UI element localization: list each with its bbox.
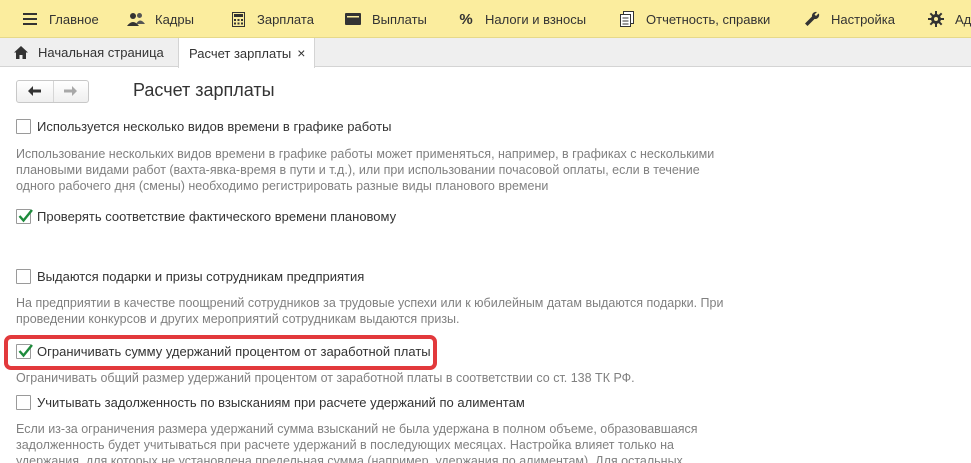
menu-item-label: Кадры xyxy=(155,11,194,27)
wrench-icon xyxy=(802,9,822,29)
tab-payroll[interactable]: Расчет зарплаты × xyxy=(178,38,316,68)
hint-line: одного рабочего дня (смены) необходимо р… xyxy=(16,179,549,193)
forward-button[interactable] xyxy=(52,81,89,102)
checkbox[interactable] xyxy=(16,344,33,359)
arrow-left-icon xyxy=(28,84,42,99)
checkbox[interactable] xyxy=(16,119,31,134)
menu-item-label: Зарплата xyxy=(257,11,314,27)
hamburger-icon xyxy=(20,9,40,29)
menu-item-salary[interactable]: Зарплата xyxy=(228,0,314,38)
checkbox-label: Ограничивать сумму удержаний процентом о… xyxy=(37,344,431,359)
hint-line: Если из-за ограничения размера удержаний… xyxy=(16,422,698,436)
menu-item-label: Ад xyxy=(955,11,971,27)
hint-gifts: На предприятии в качестве поощрений сотр… xyxy=(16,295,723,327)
hint-line: На предприятии в качестве поощрений сотр… xyxy=(16,296,724,310)
menu-item-admin[interactable]: Ад xyxy=(926,0,971,38)
page-title: Расчет зарплаты xyxy=(133,80,275,100)
checkbox-label: Выдаются подарки и призы сотрудникам пре… xyxy=(37,269,365,284)
menu-item-main[interactable]: Главное xyxy=(20,0,99,38)
hint-line: плановыми видами работ (вахта-явка-время… xyxy=(16,163,700,177)
hint-line: удержания, для которых не установлена пр… xyxy=(16,454,683,463)
close-icon[interactable]: × xyxy=(297,46,305,60)
hint-limit-deductions: Ограничивать общий размер удержаний проц… xyxy=(16,370,635,386)
check-icon xyxy=(18,209,33,223)
setting-multi-time[interactable]: Используется несколько видов времени в г… xyxy=(16,119,391,134)
menu-item-label: Выплаты xyxy=(372,11,427,27)
back-button[interactable] xyxy=(17,81,53,102)
tab-home[interactable]: Начальная страница xyxy=(8,38,174,67)
checkbox-label: Проверять соответствие фактического врем… xyxy=(37,209,397,224)
menu-item-settings[interactable]: Настройка xyxy=(802,0,895,38)
people-icon xyxy=(126,9,146,29)
checkbox[interactable] xyxy=(16,395,31,410)
menu-item-label: Настройка xyxy=(831,11,895,27)
menu-item-label: Главное xyxy=(49,11,99,27)
tab-label: Начальная страница xyxy=(38,45,164,60)
tab-bar: Начальная страница Расчет зарплаты × xyxy=(0,38,971,68)
percent-icon: % xyxy=(459,10,473,28)
menu-item-label: Налоги и взносы xyxy=(485,11,587,27)
setting-check-time[interactable]: Проверять соответствие фактического врем… xyxy=(16,209,396,224)
setting-gifts[interactable]: Выдаются подарки и призы сотрудникам пре… xyxy=(16,269,364,284)
tab-label: Расчет зарплаты xyxy=(189,45,292,61)
hint-multi-time: Использование нескольких видов времени в… xyxy=(16,146,714,194)
wallet-icon xyxy=(343,9,363,29)
checkbox[interactable] xyxy=(16,269,31,284)
documents-icon xyxy=(617,9,637,29)
hint-line: проведении конкурсов и других мероприяти… xyxy=(16,312,460,326)
hint-line: Ограничивать общий размер удержаний проц… xyxy=(16,371,635,385)
hint-line: задолженность будет учитываться при расч… xyxy=(16,438,674,452)
check-icon xyxy=(18,344,33,358)
menu-item-hr[interactable]: Кадры xyxy=(126,0,194,38)
checkbox-label: Учитывать задолженность по взысканиям пр… xyxy=(37,395,525,410)
setting-limit-deductions[interactable]: Ограничивать сумму удержаний процентом о… xyxy=(16,344,431,359)
menu-item-reports[interactable]: Отчетность, справки xyxy=(617,0,770,38)
hint-alimony-debt: Если из-за ограничения размера удержаний… xyxy=(16,421,698,463)
history-nav xyxy=(16,80,89,103)
setting-alimony-debt[interactable]: Учитывать задолженность по взысканиям пр… xyxy=(16,395,525,410)
menu-item-taxes[interactable]: % Налоги и взносы xyxy=(456,0,586,38)
checkbox[interactable] xyxy=(16,209,33,224)
section-menu: Главное Кадры Зарплата Выплаты % Налоги … xyxy=(0,0,971,38)
hint-line: Использование нескольких видов времени в… xyxy=(16,147,715,161)
checkbox-label: Используется несколько видов времени в г… xyxy=(37,119,392,134)
arrow-right-icon xyxy=(64,84,78,99)
calculator-icon xyxy=(228,9,248,29)
home-icon xyxy=(14,46,28,59)
menu-item-label: Отчетность, справки xyxy=(646,11,771,27)
gear-icon xyxy=(926,9,946,29)
menu-item-payments[interactable]: Выплаты xyxy=(343,0,427,38)
